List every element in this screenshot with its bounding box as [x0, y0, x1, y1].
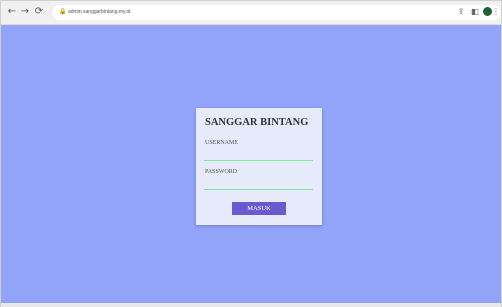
window-bottom-edge	[1, 303, 501, 307]
login-title: SANGGAR BINTANG	[205, 117, 309, 128]
address-bar[interactable]: 🔒 admin.sanggarbintang.my.id ⇪ ☆	[52, 5, 501, 20]
browser-window: ← → ⟳ 🔒 admin.sanggarbintang.my.id ⇪ ☆ ◧…	[0, 0, 502, 307]
username-input[interactable]	[204, 151, 313, 161]
password-label: PASSWORD	[205, 169, 238, 175]
login-card: SANGGAR BINTANG USERNAME PASSWORD MASUK	[196, 108, 322, 225]
arrow-left-icon[interactable]: ←	[5, 5, 19, 19]
reload-icon[interactable]: ⟳	[32, 5, 46, 19]
kebab-menu-icon[interactable]: ⋮	[492, 6, 500, 18]
side-panel-icon[interactable]: ◧	[469, 6, 481, 18]
browser-toolbar: ← → ⟳ 🔒 admin.sanggarbintang.my.id ⇪ ☆ ◧…	[1, 1, 501, 25]
login-button[interactable]: MASUK	[232, 202, 286, 215]
profile-avatar[interactable]	[483, 7, 492, 16]
arrow-right-icon[interactable]: →	[18, 5, 32, 19]
page-viewport: SANGGAR BINTANG USERNAME PASSWORD MASUK	[1, 25, 501, 303]
address-url[interactable]: admin.sanggarbintang.my.id	[68, 5, 130, 20]
password-input[interactable]	[204, 180, 313, 190]
share-icon[interactable]: ⇪	[455, 6, 467, 18]
lock-icon[interactable]: 🔒	[59, 8, 66, 16]
username-label: USERNAME	[205, 140, 239, 146]
